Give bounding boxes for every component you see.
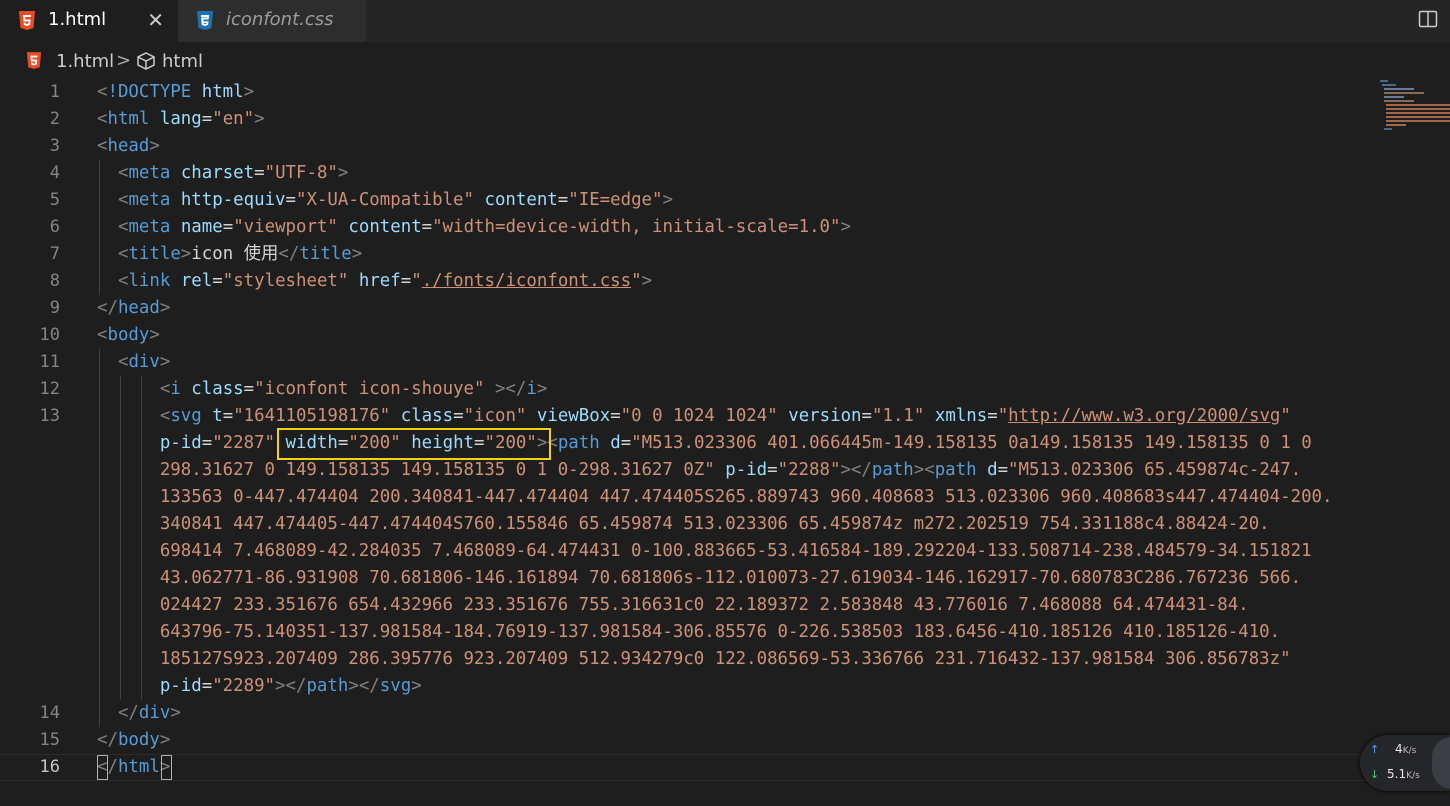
code-line: <meta charset="UTF-8">: [117, 163, 349, 183]
code-line: </div>: [117, 703, 181, 723]
upload-speed: ↑ 4K/s: [1370, 742, 1417, 756]
breadcrumb-node[interactable]: html: [162, 51, 203, 72]
code-line: <i class="iconfont icon-shouye" ></i>: [159, 379, 548, 399]
code-line: p-id="2289"></path></svg>: [159, 676, 422, 696]
line-number: 15: [39, 730, 60, 750]
code-line: 698414 7.468089-42.284035 7.468089-64.47…: [159, 541, 1312, 561]
line-number: 9: [49, 298, 60, 318]
html5-icon: [19, 11, 35, 30]
css3-icon: [197, 11, 213, 30]
line-number: 3: [49, 136, 60, 156]
bracket-match-close: [161, 755, 172, 780]
breadcrumb: 1.html > html: [0, 44, 1450, 80]
breadcrumb-separator: >: [116, 50, 132, 71]
code-line: <svg t="1641105198176" class="icon" view…: [159, 406, 1291, 426]
code-line: </body>: [97, 730, 171, 750]
line-number: 16: [39, 757, 60, 777]
code-line: <meta name="viewport" content="width=dev…: [117, 217, 851, 237]
code-line: <body>: [97, 325, 160, 345]
line-number: 1: [49, 82, 60, 102]
code-line: 133563 0-447.474404 200.340841-447.47440…: [159, 487, 1333, 507]
code-line: <!DOCTYPE html>: [97, 82, 255, 102]
code-line: <head>: [97, 136, 160, 156]
tab-bar: 1.html ✕ iconfont.css: [0, 0, 1450, 42]
line-number: 10: [39, 325, 60, 345]
code-line: <div>: [117, 352, 171, 372]
code-line: </head>: [97, 298, 171, 318]
network-speed-widget: ↑ 4K/s ↓ 5.1K/s: [1360, 735, 1450, 791]
widget-badge[interactable]: [1432, 737, 1450, 789]
xmlns-link[interactable]: http://www.w3.org/2000/svg: [1008, 406, 1280, 426]
code-line: <link rel="stylesheet" href="./fonts/ico…: [117, 271, 653, 291]
breadcrumb-file[interactable]: 1.html: [56, 51, 114, 72]
line-number: 2: [49, 109, 60, 129]
line-number: 7: [49, 244, 60, 264]
code-line: <html lang="en">: [97, 109, 265, 129]
tab-label: 1.html: [48, 9, 107, 30]
current-line-highlight: [0, 754, 1370, 781]
code-line: <title>icon 使用</title>: [117, 244, 363, 264]
code-line: 43.062771-86.931908 70.681806-146.161894…: [159, 568, 1302, 588]
code-line: 185127S923.207409 286.395776 923.207409 …: [159, 649, 1291, 669]
line-number: 13: [39, 406, 60, 426]
code-line: 643796-75.140351-137.981584-184.76919-13…: [159, 622, 1281, 642]
code-line: 298.31627 0 149.158135 149.158135 0 1 0-…: [159, 460, 1302, 480]
bracket-match-open: [97, 755, 108, 780]
line-number: 14: [39, 703, 60, 723]
line-number: 6: [49, 217, 60, 237]
annotation-highlight-box: [277, 428, 551, 460]
tab-iconfont-css[interactable]: iconfont.css: [178, 0, 366, 42]
arrow-down-icon: ↓: [1370, 768, 1380, 781]
stylesheet-link[interactable]: ./fonts/iconfont.css: [422, 271, 631, 291]
line-number: 12: [39, 379, 60, 399]
tab-label: iconfont.css: [226, 9, 334, 30]
split-editor-icon[interactable]: [1418, 9, 1438, 29]
line-number: 4: [49, 163, 60, 183]
line-number: 5: [49, 190, 60, 210]
code-line: <meta http-equiv="X-UA-Compatible" conte…: [117, 190, 673, 210]
code-line: 340841 447.474405-447.474404S760.155846 …: [159, 514, 1270, 534]
arrow-up-icon: ↑: [1370, 743, 1380, 756]
html5-icon: [26, 52, 42, 69]
code-line: 024427 233.351676 654.432966 233.351676 …: [159, 595, 1249, 615]
download-speed: ↓ 5.1K/s: [1370, 767, 1420, 781]
minimap[interactable]: [1380, 80, 1450, 132]
line-number: 8: [49, 271, 60, 291]
tab-1-html[interactable]: 1.html ✕: [0, 0, 178, 42]
close-icon[interactable]: ✕: [147, 8, 164, 32]
line-number: 11: [39, 352, 60, 372]
cube-icon: [137, 52, 155, 70]
